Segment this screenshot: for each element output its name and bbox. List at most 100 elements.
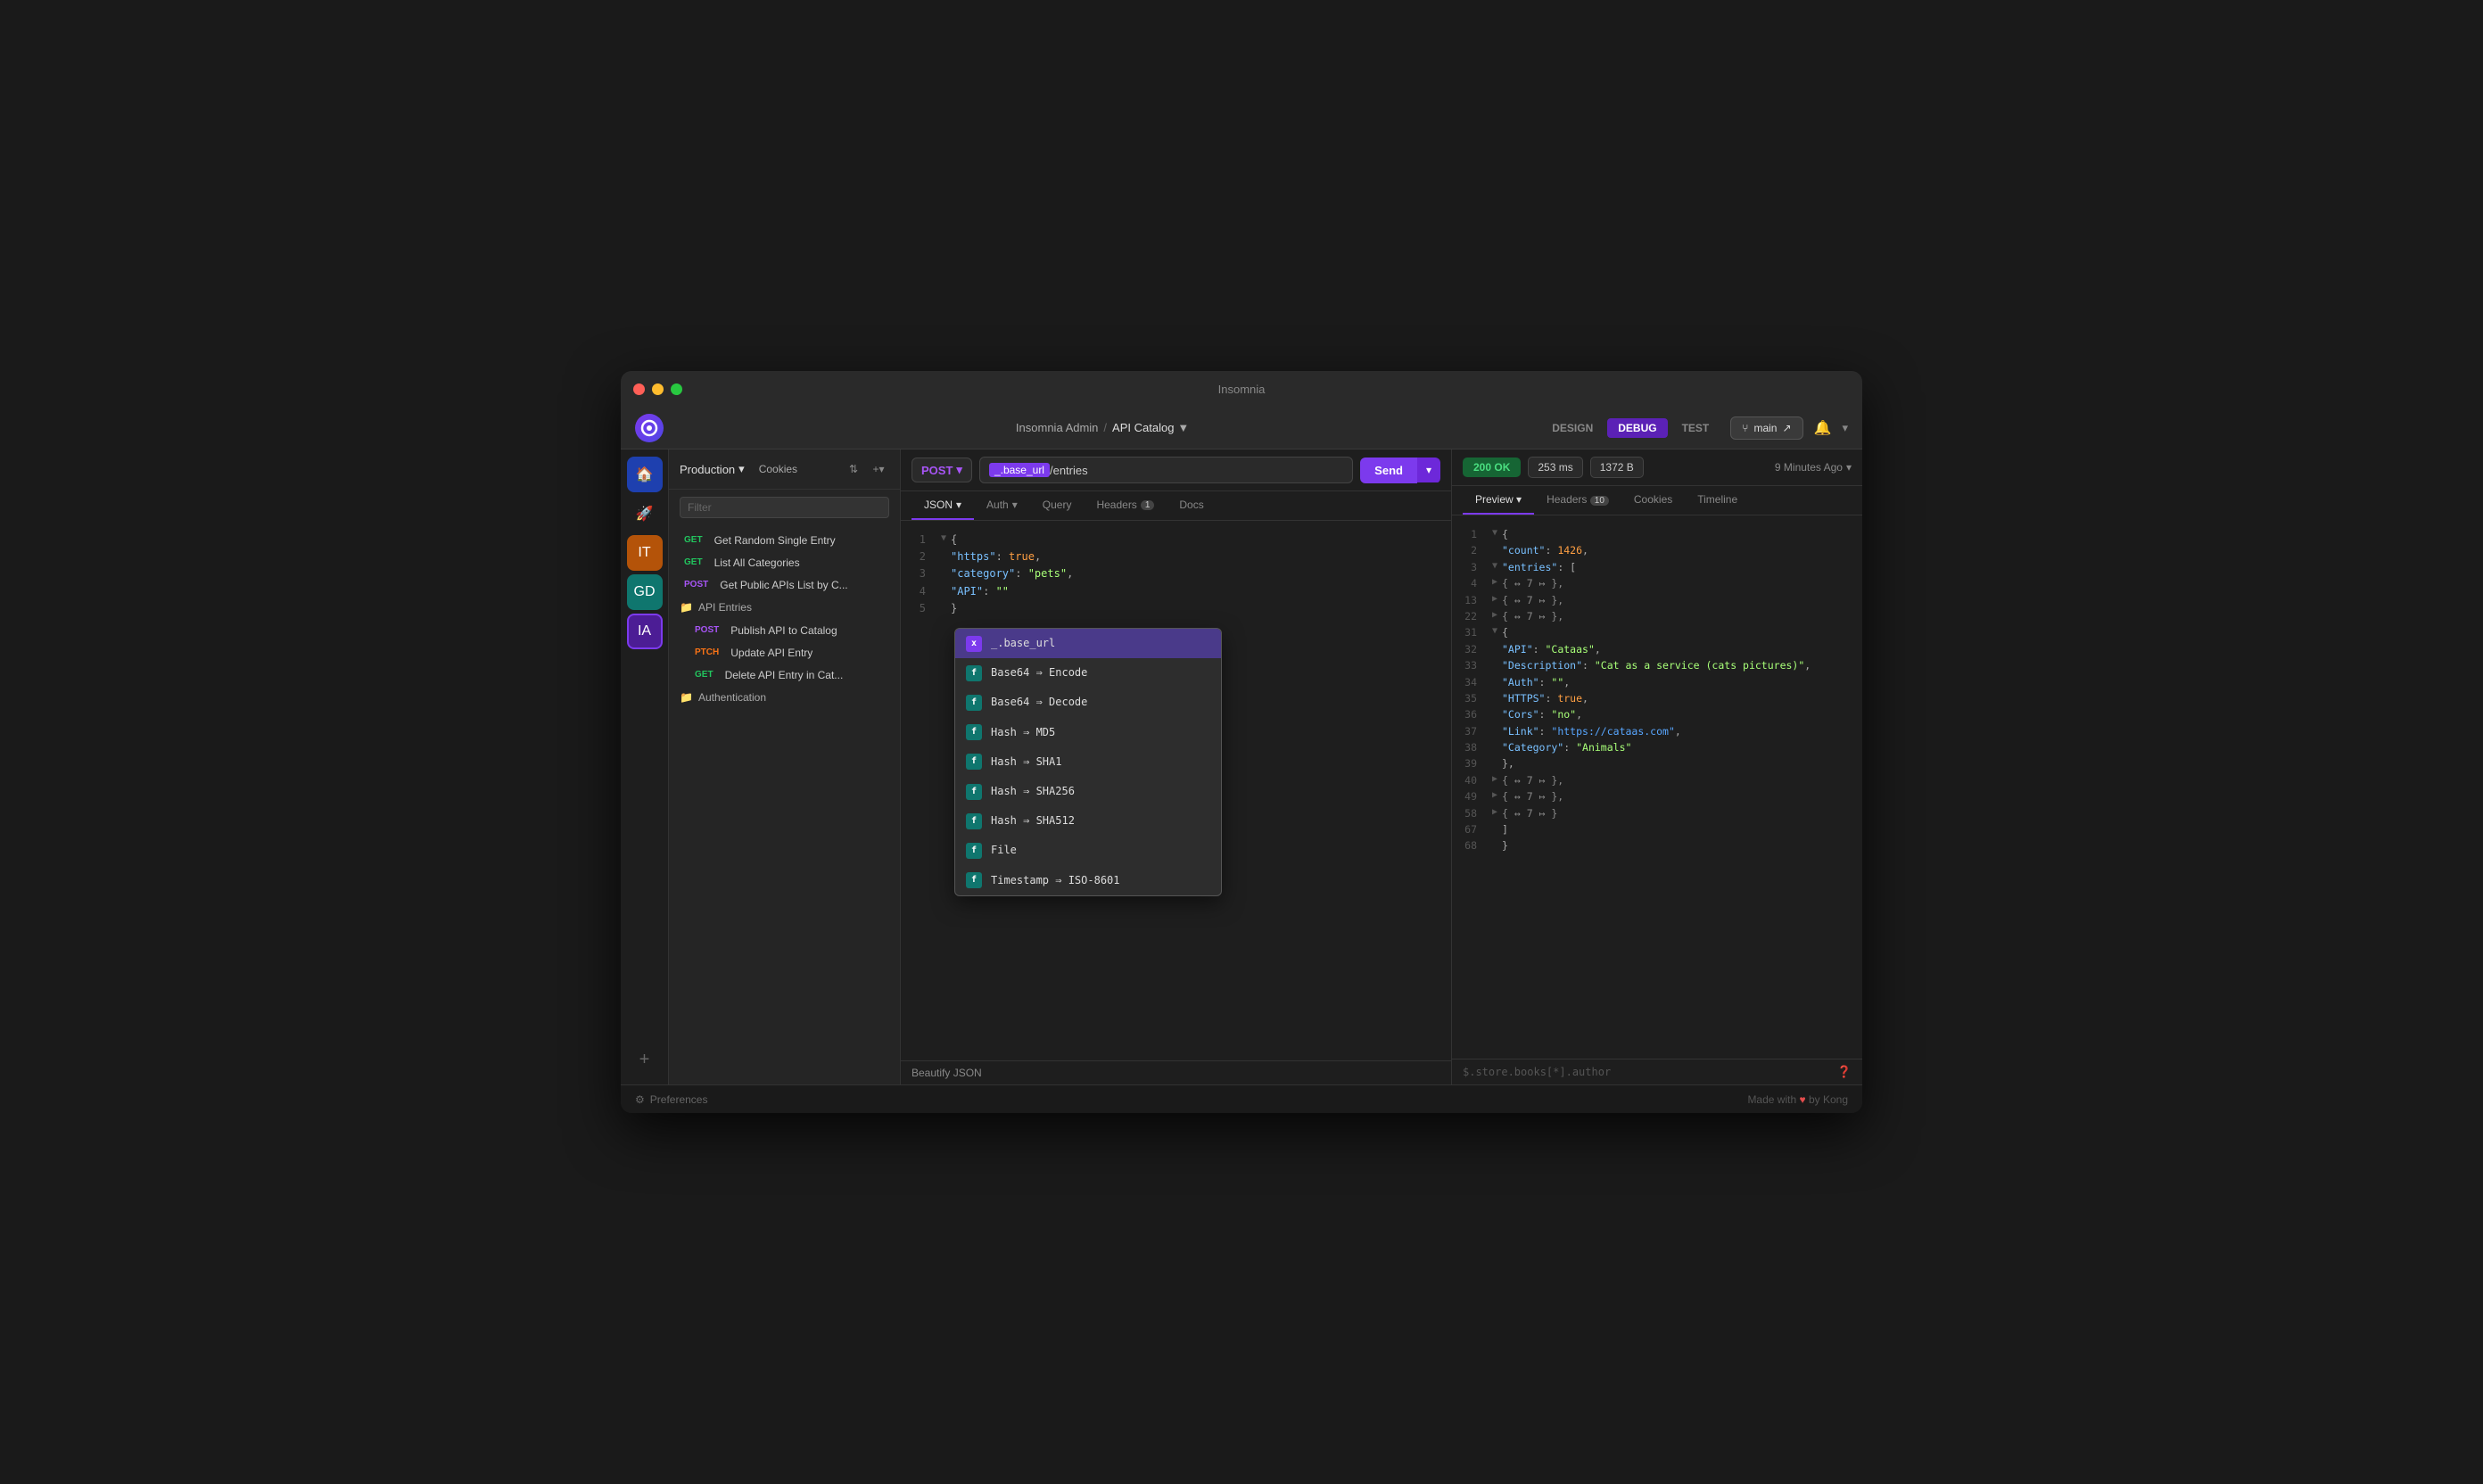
heart-icon: ♥ [1799,1093,1808,1106]
folder-icon: 📁 [680,601,693,614]
sidebar-item-it[interactable]: IT [627,535,663,571]
tab-design[interactable]: DESIGN [1541,418,1604,438]
request-label: List All Categories [714,556,800,569]
sidebar-item-home[interactable]: 🏠 [627,457,663,492]
tab-timeline[interactable]: Timeline [1685,486,1750,515]
autocomplete-item[interactable]: f File [955,836,1221,865]
list-item[interactable]: POST Publish API to Catalog [669,619,900,641]
help-icon[interactable]: ❓ [1837,1065,1852,1079]
autocomplete-item[interactable]: f Hash ⇒ MD5 [955,718,1221,747]
list-item[interactable]: PTCH Update API Entry [669,641,900,664]
tab-cookies[interactable]: Cookies [1621,486,1685,515]
folder-authentication[interactable]: 📁 Authentication [669,686,900,709]
user-menu[interactable]: ▾ [1842,421,1848,435]
code-line: 13 ▶ { ↔ 7 ↦ }, [1452,592,1862,608]
maximize-button[interactable] [671,383,682,395]
list-item[interactable]: GET Delete API Entry in Cat... [669,664,900,686]
response-tabs: Preview ▾ Headers 10 Cookies Timeline [1452,486,1862,515]
response-time: 253 ms [1528,457,1582,478]
add-workspace-button[interactable]: + [627,1042,663,1077]
gear-icon: ⚙ [635,1093,645,1106]
sidebar-item-rocket[interactable]: 🚀 [627,496,663,532]
method-badge-get: GET [680,556,707,569]
list-item[interactable]: GET Get Random Single Entry [669,529,900,551]
statusbar: ⚙ Preferences Made with ♥ by Kong [621,1084,1862,1113]
nav-tabs: DESIGN DEBUG TEST [1541,418,1720,438]
tab-docs[interactable]: Docs [1167,491,1216,520]
breadcrumb: Insomnia Admin / API Catalog ▼ [674,421,1530,434]
url-bar[interactable]: _.base_url /entries [979,457,1353,483]
left-panel: Production ▾ Cookies ⇅ +▾ GET Get Random… [669,449,901,1084]
tab-auth[interactable]: Auth ▾ [974,491,1030,520]
tab-headers[interactable]: Headers 10 [1534,486,1621,515]
code-line: 31 ▼ { [1452,624,1862,640]
breadcrumb-org[interactable]: Insomnia Admin [1016,421,1099,434]
ac-badge-f: f [966,754,982,770]
tab-query[interactable]: Query [1030,491,1085,520]
code-line: 2 "count": 1426, [1452,542,1862,558]
jsonpath-hint[interactable]: $.store.books[*].author [1463,1066,1611,1078]
method-selector[interactable]: POST ▾ [912,458,972,482]
left-panel-header: Production ▾ Cookies ⇅ +▾ [669,449,900,490]
list-item[interactable]: POST Get Public APIs List by C... [669,573,900,596]
minimize-button[interactable] [652,383,664,395]
autocomplete-item[interactable]: f Base64 ⇒ Encode [955,658,1221,688]
sidebar-item-gd[interactable]: GD [627,574,663,610]
request-list: GET Get Random Single Entry GET List All… [669,525,900,1084]
send-main[interactable]: Send [1360,458,1417,483]
ac-badge-f: f [966,784,982,800]
environment-selector[interactable]: Production ▾ [680,462,745,476]
add-request-button[interactable]: +▾ [868,458,889,480]
method-badge-get: GET [680,533,707,547]
chevron-down-icon: ▾ [1846,461,1852,474]
ac-badge-f: f [966,813,982,829]
branch-fork-icon: ↗ [1782,422,1791,434]
code-line: 58 ▶ { ↔ 7 ↦ } [1452,805,1862,821]
request-panel: POST ▾ _.base_url /entries Send ▾ JSON ▾ [901,449,1452,1084]
ac-badge-f: f [966,872,982,888]
tab-debug[interactable]: DEBUG [1607,418,1667,438]
list-item[interactable]: GET List All Categories [669,551,900,573]
chevron-down-icon: ▾ [738,462,745,476]
tab-test[interactable]: TEST [1671,418,1720,438]
url-tag[interactable]: _.base_url [989,463,1050,477]
preferences-button[interactable]: ⚙ Preferences [635,1093,707,1106]
code-line: 39 }, [1452,755,1862,771]
send-dropdown-arrow[interactable]: ▾ [1417,458,1440,482]
beautify-button[interactable]: Beautify JSON [912,1067,982,1079]
code-line: 4 ▶ { ↔ 7 ↦ }, [1452,575,1862,591]
code-line: 1 ▼ { [1452,526,1862,542]
close-button[interactable] [633,383,645,395]
method-badge-post: POST [680,578,713,591]
url-rest: /entries [1050,464,1088,477]
tab-preview[interactable]: Preview ▾ [1463,486,1534,515]
chevron-down-icon: ▼ [1177,421,1189,434]
response-timestamp[interactable]: 9 Minutes Ago ▾ [1775,461,1852,474]
filter-input[interactable] [680,497,889,518]
breadcrumb-project[interactable]: API Catalog ▼ [1112,421,1189,434]
request-label: Publish API to Catalog [730,624,837,637]
folder-api-entries[interactable]: 📁 API Entries [669,596,900,619]
tab-json[interactable]: JSON ▾ [912,491,974,520]
autocomplete-item[interactable]: f Timestamp ⇒ ISO-8601 [955,866,1221,895]
autocomplete-item[interactable]: f Hash ⇒ SHA256 [955,777,1221,806]
autocomplete-item[interactable]: f Base64 ⇒ Decode [955,688,1221,717]
autocomplete-item[interactable]: x _.base_url [955,629,1221,658]
response-status-bar: 200 OK 253 ms 1372 B 9 Minutes Ago ▾ [1452,449,1862,486]
tab-headers[interactable]: Headers 1 [1084,491,1167,520]
autocomplete-item[interactable]: f Hash ⇒ SHA1 [955,747,1221,777]
branch-selector[interactable]: ⑂ main ↗ [1730,416,1802,440]
sidebar-item-ia[interactable]: IA [627,614,663,649]
ac-badge-f: f [966,843,982,859]
notifications-icon[interactable]: 🔔 [1814,419,1832,437]
code-line: 67 ] [1452,821,1862,837]
send-button[interactable]: Send ▾ [1360,458,1440,483]
request-body-editor[interactable]: 1 ▼ { 2 "https": true, 3 "category": "pe… [901,521,1451,1060]
response-size: 1372 B [1590,457,1644,478]
sort-button[interactable]: ⇅ [843,458,864,480]
autocomplete-item[interactable]: f Hash ⇒ SHA512 [955,806,1221,836]
ac-badge-f: f [966,695,982,711]
cookies-button[interactable]: Cookies [752,460,804,478]
icon-sidebar: 🏠 🚀 IT GD IA + [621,449,669,1084]
ac-badge-x: x [966,636,982,652]
